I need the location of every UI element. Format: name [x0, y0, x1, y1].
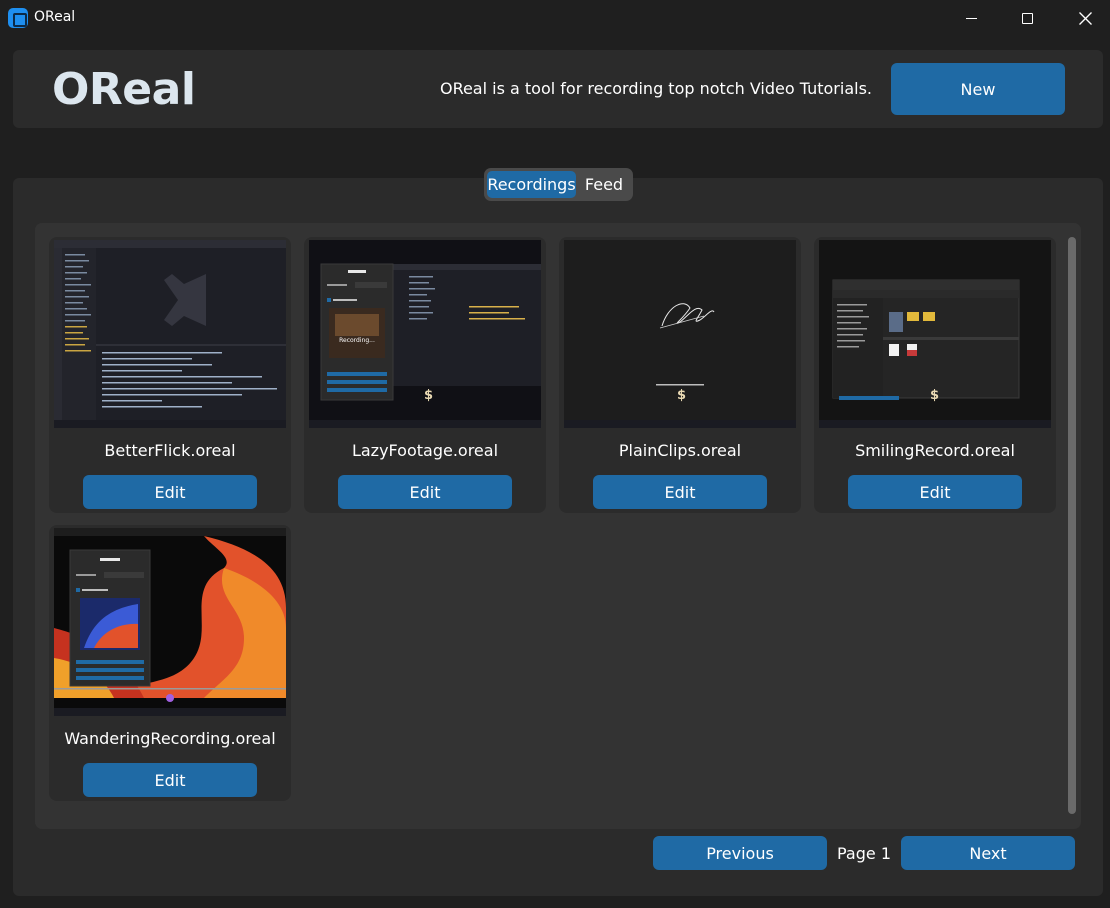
- brand-title: OReal: [52, 64, 196, 115]
- scrollbar-thumb[interactable]: [1068, 237, 1076, 814]
- recordings-grid: BetterFlick.oreal Edit Recording... $ La…: [35, 223, 1081, 829]
- recording-name: WanderingRecording.oreal: [64, 729, 276, 748]
- edit-button[interactable]: Edit: [848, 475, 1022, 509]
- header-panel: OReal OReal is a tool for recording top …: [13, 50, 1103, 128]
- recording-name: SmilingRecord.oreal: [855, 441, 1015, 460]
- dollar-glyph: $: [424, 388, 434, 403]
- recording-card: Recording... $ LazyFootage.oreal Edit: [304, 237, 546, 513]
- recording-card: WanderingRecording.oreal Edit: [49, 525, 291, 801]
- previous-page-button[interactable]: Previous: [653, 836, 827, 870]
- title-bar: OReal: [0, 0, 1110, 36]
- scrollbar[interactable]: [1065, 233, 1079, 818]
- maximize-icon: [1021, 12, 1033, 24]
- svg-text:Recording...: Recording...: [339, 337, 375, 344]
- recording-name: BetterFlick.oreal: [104, 441, 236, 460]
- window-title: OReal: [34, 9, 76, 25]
- media-player-thumbnail-graphic: [54, 528, 286, 716]
- recording-thumbnail[interactable]: [54, 528, 286, 716]
- tagline: OReal is a tool for recording top notch …: [439, 79, 872, 98]
- minimize-icon: [965, 17, 977, 19]
- dollar-glyph: $: [677, 388, 687, 403]
- minimize-button[interactable]: [948, 0, 994, 36]
- recording-thumbnail[interactable]: Recording... $: [309, 240, 541, 428]
- vscode-thumbnail-graphic: [54, 240, 286, 428]
- next-page-button[interactable]: Next: [901, 836, 1075, 870]
- maximize-button[interactable]: [1004, 0, 1050, 36]
- close-icon: [1078, 11, 1092, 25]
- edit-button[interactable]: Edit: [83, 475, 257, 509]
- page-indicator: Page 1: [837, 844, 891, 863]
- dollar-glyph: $: [930, 388, 940, 403]
- edit-button[interactable]: Edit: [83, 763, 257, 797]
- edit-button[interactable]: Edit: [593, 475, 767, 509]
- edit-button[interactable]: Edit: [338, 475, 512, 509]
- recording-thumbnail[interactable]: $: [819, 240, 1051, 428]
- recording-name: PlainClips.oreal: [618, 441, 742, 460]
- close-button[interactable]: [1062, 0, 1108, 36]
- recording-card: $ SmilingRecord.oreal Edit: [814, 237, 1056, 513]
- app-icon: [8, 8, 28, 28]
- tab-feed[interactable]: Feed: [578, 171, 630, 198]
- recording-thumbnail[interactable]: [54, 240, 286, 428]
- tab-recordings[interactable]: Recordings: [487, 171, 576, 198]
- view-tabs: Recordings Feed: [484, 168, 633, 201]
- recording-card: $ PlainClips.oreal Edit: [559, 237, 801, 513]
- recording-thumbnail[interactable]: $: [564, 240, 796, 428]
- recording-name: LazyFootage.oreal: [351, 441, 499, 460]
- new-recording-button[interactable]: New: [891, 63, 1065, 115]
- recording-card: BetterFlick.oreal Edit: [49, 237, 291, 513]
